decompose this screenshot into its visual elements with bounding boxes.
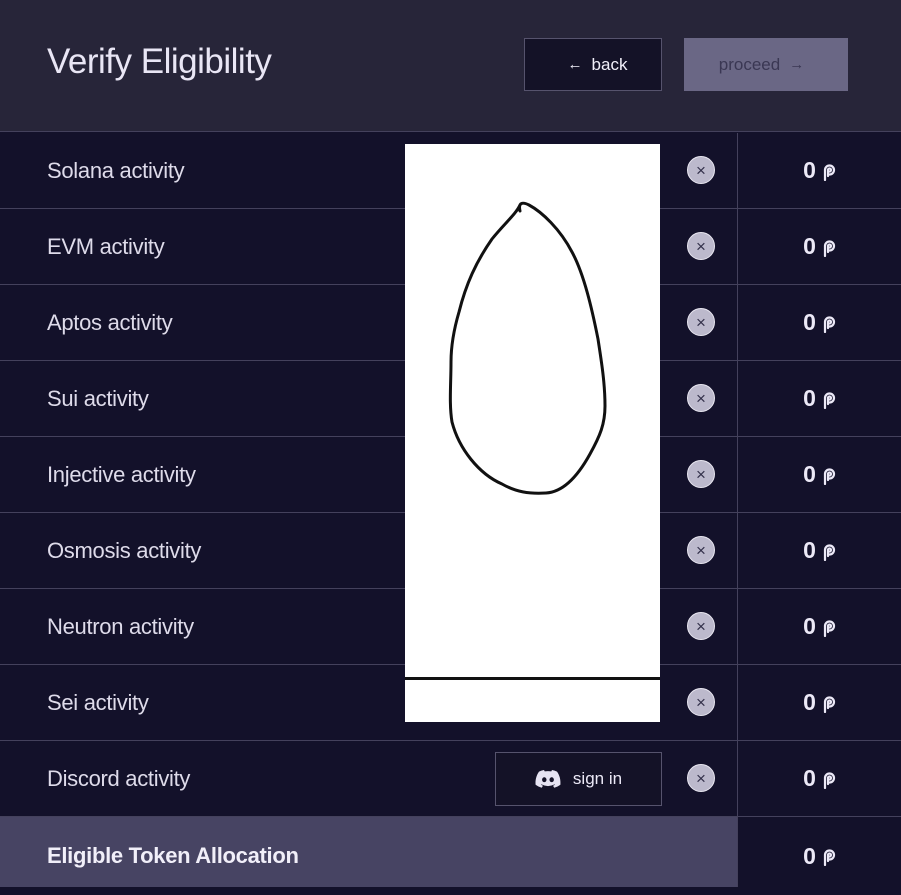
close-circle-icon[interactable]: ×	[687, 688, 715, 716]
points-number: 0	[803, 461, 816, 487]
close-circle-icon[interactable]: ×	[687, 612, 715, 640]
row-label: EVM activity	[47, 234, 165, 259]
back-button[interactable]: ← back	[524, 38, 662, 91]
row-label: Aptos activity	[47, 310, 173, 335]
close-circle-icon[interactable]: ×	[687, 308, 715, 336]
row-label: Osmosis activity	[47, 538, 202, 563]
header: Verify Eligibility ← back proceed →	[0, 0, 901, 132]
token-p-icon	[823, 695, 835, 713]
close-circle-icon[interactable]: ×	[687, 384, 715, 412]
token-p-icon	[823, 239, 835, 257]
row-label: Solana activity	[47, 158, 185, 183]
verify-eligibility-page: Verify Eligibility ← back proceed → Sola…	[0, 0, 901, 887]
total-points-value: 0	[738, 817, 901, 887]
token-p-icon	[823, 619, 835, 637]
token-p-icon	[823, 315, 835, 333]
row-label: Injective activity	[47, 462, 196, 487]
points-value: 0	[738, 741, 901, 816]
arrow-right-icon: →	[789, 56, 805, 73]
close-circle-icon[interactable]: ×	[687, 460, 715, 488]
token-p-icon	[823, 163, 835, 181]
arrow-left-icon: ←	[567, 56, 583, 73]
points-value: 0	[738, 665, 901, 740]
total-points-number: 0	[803, 842, 816, 869]
points-value: 0	[738, 513, 901, 588]
points-value: 0	[738, 361, 901, 436]
token-p-icon	[823, 543, 835, 561]
points-number: 0	[803, 765, 816, 791]
points-number: 0	[803, 157, 816, 183]
points-number: 0	[803, 537, 816, 563]
points-value: 0	[738, 285, 901, 360]
row-label: Neutron activity	[47, 614, 194, 639]
points-number: 0	[803, 385, 816, 411]
points-value: 0	[738, 209, 901, 284]
discord-sign-in-button[interactable]: sign in	[495, 752, 662, 806]
points-number: 0	[803, 233, 816, 259]
proceed-button[interactable]: proceed →	[684, 38, 848, 91]
token-p-icon	[823, 849, 835, 866]
points-number: 0	[803, 613, 816, 639]
close-circle-icon[interactable]: ×	[687, 232, 715, 260]
drawn-overlay-image	[405, 144, 660, 722]
sign-in-label: sign in	[572, 769, 623, 788]
row-label: Sui activity	[47, 386, 149, 411]
footer-total: Eligible Token Allocation 0	[0, 817, 901, 887]
total-label: Eligible Token Allocation	[47, 843, 299, 868]
points-value: 0	[738, 437, 901, 512]
discord-icon	[535, 770, 561, 788]
token-p-icon	[823, 391, 835, 409]
points-value: 0	[738, 133, 901, 208]
points-number: 0	[803, 689, 816, 715]
activity-row-discord: Discord activity sign in × 0	[0, 741, 901, 817]
page-title: Verify Eligibility	[47, 42, 272, 81]
row-label: Sei activity	[47, 690, 149, 715]
close-circle-icon[interactable]: ×	[687, 764, 715, 792]
token-p-icon	[823, 771, 835, 789]
close-circle-icon[interactable]: ×	[687, 536, 715, 564]
points-value: 0	[738, 589, 901, 664]
token-p-icon	[823, 467, 835, 485]
close-circle-icon[interactable]: ×	[687, 156, 715, 184]
points-number: 0	[803, 309, 816, 335]
back-label: back	[591, 54, 628, 74]
row-label: Discord activity	[47, 766, 191, 791]
total-label-cell: Eligible Token Allocation	[0, 817, 737, 887]
proceed-label: proceed	[718, 54, 781, 74]
